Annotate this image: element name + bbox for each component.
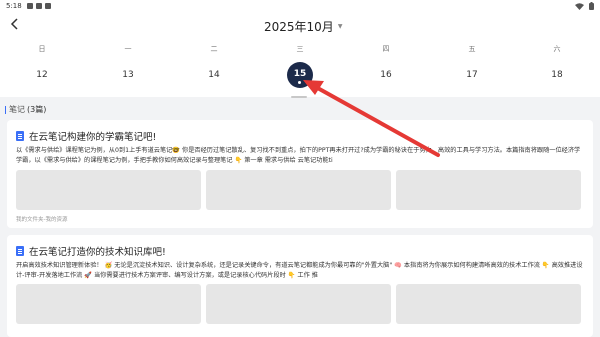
day-number: 15 bbox=[293, 69, 307, 79]
thumbnail-image bbox=[16, 170, 201, 210]
weekday-label: 一 bbox=[124, 45, 132, 53]
weekday-label: 三 bbox=[296, 45, 304, 53]
note-preview: 开启高效技术知识管理新体验！ 🥳 无论是沉淀技术知识、设计复杂系统，还是记录关键… bbox=[16, 262, 583, 279]
week-calendar: 2025年10月 ▼ 日 一 二 三 四 五 六 12 13 14 15 16 … bbox=[0, 13, 600, 98]
note-card[interactable]: 在云笔记构建你的学霸笔记吧! 以《需求与供给》课程笔记为例，从0到1上手有道云笔… bbox=[7, 120, 593, 228]
day-cell[interactable]: 13 bbox=[113, 65, 143, 85]
note-thumbnails bbox=[16, 284, 581, 324]
document-icon bbox=[16, 246, 24, 256]
note-title-row: 在云笔记构建你的学霸笔记吧! bbox=[16, 129, 156, 143]
thumbnail-image bbox=[396, 170, 581, 210]
note-thumbnails bbox=[16, 170, 581, 210]
calendar-drag-handle[interactable] bbox=[291, 96, 307, 98]
system-icons bbox=[575, 2, 594, 10]
back-arrow-icon[interactable] bbox=[8, 17, 22, 31]
day-cell[interactable]: 14 bbox=[199, 65, 229, 85]
caret-down-icon: ▼ bbox=[337, 23, 343, 30]
note-preview: 以《需求与供给》课程笔记为例，从0到1上手有道云笔记🤓 你是否经历过笔记散乱、复… bbox=[16, 147, 581, 164]
app-icon bbox=[45, 3, 51, 9]
thumbnail-image bbox=[206, 284, 391, 324]
notes-count: (3篇) bbox=[27, 105, 47, 114]
status-bar: 5:18 bbox=[0, 0, 600, 13]
notification-icon bbox=[27, 3, 33, 9]
note-card[interactable]: 在云笔记打造你的技术知识库吧! 开启高效技术知识管理新体验！ 🥳 无论是沉淀技术… bbox=[7, 235, 593, 337]
section-title: 笔记 bbox=[9, 105, 25, 114]
note-folder-path: 我的文件夹-我的资源 bbox=[16, 217, 68, 223]
thumbnail-image bbox=[16, 284, 201, 324]
thumbnail-image bbox=[396, 284, 581, 324]
day-cell[interactable]: 17 bbox=[457, 65, 487, 85]
month-selector[interactable]: 2025年10月 ▼ bbox=[264, 18, 342, 35]
weekday-label: 五 bbox=[468, 45, 476, 53]
note-title: 在云笔记构建你的学霸笔记吧! bbox=[29, 132, 157, 143]
day-cell[interactable]: 12 bbox=[27, 65, 57, 85]
note-title: 在云笔记打造你的技术知识库吧! bbox=[29, 247, 166, 258]
weekday-label: 二 bbox=[210, 45, 218, 53]
section-accent-bar bbox=[5, 105, 6, 114]
weekday-header: 日 一 二 三 四 五 六 bbox=[0, 44, 600, 54]
battery-icon bbox=[589, 2, 594, 10]
notes-section-header: 笔记 (3篇) bbox=[5, 104, 46, 115]
weekday-label: 日 bbox=[38, 45, 46, 53]
day-row: 12 13 14 15 16 17 18 bbox=[0, 62, 600, 88]
status-time: 5:18 bbox=[6, 2, 22, 10]
weekday-label: 四 bbox=[382, 45, 390, 53]
document-icon bbox=[16, 131, 24, 141]
day-cell[interactable]: 18 bbox=[542, 65, 572, 85]
image-icon bbox=[36, 3, 42, 9]
month-title: 2025年10月 bbox=[264, 20, 334, 34]
weekday-label: 六 bbox=[553, 45, 561, 53]
notification-icons bbox=[27, 3, 51, 9]
note-title-row: 在云笔记打造你的技术知识库吧! bbox=[16, 244, 166, 258]
day-cell-selected[interactable]: 15 bbox=[287, 62, 313, 88]
thumbnail-image bbox=[206, 170, 391, 210]
has-notes-dot bbox=[298, 81, 301, 84]
day-cell[interactable]: 16 bbox=[371, 65, 401, 85]
wifi-icon bbox=[575, 2, 584, 10]
